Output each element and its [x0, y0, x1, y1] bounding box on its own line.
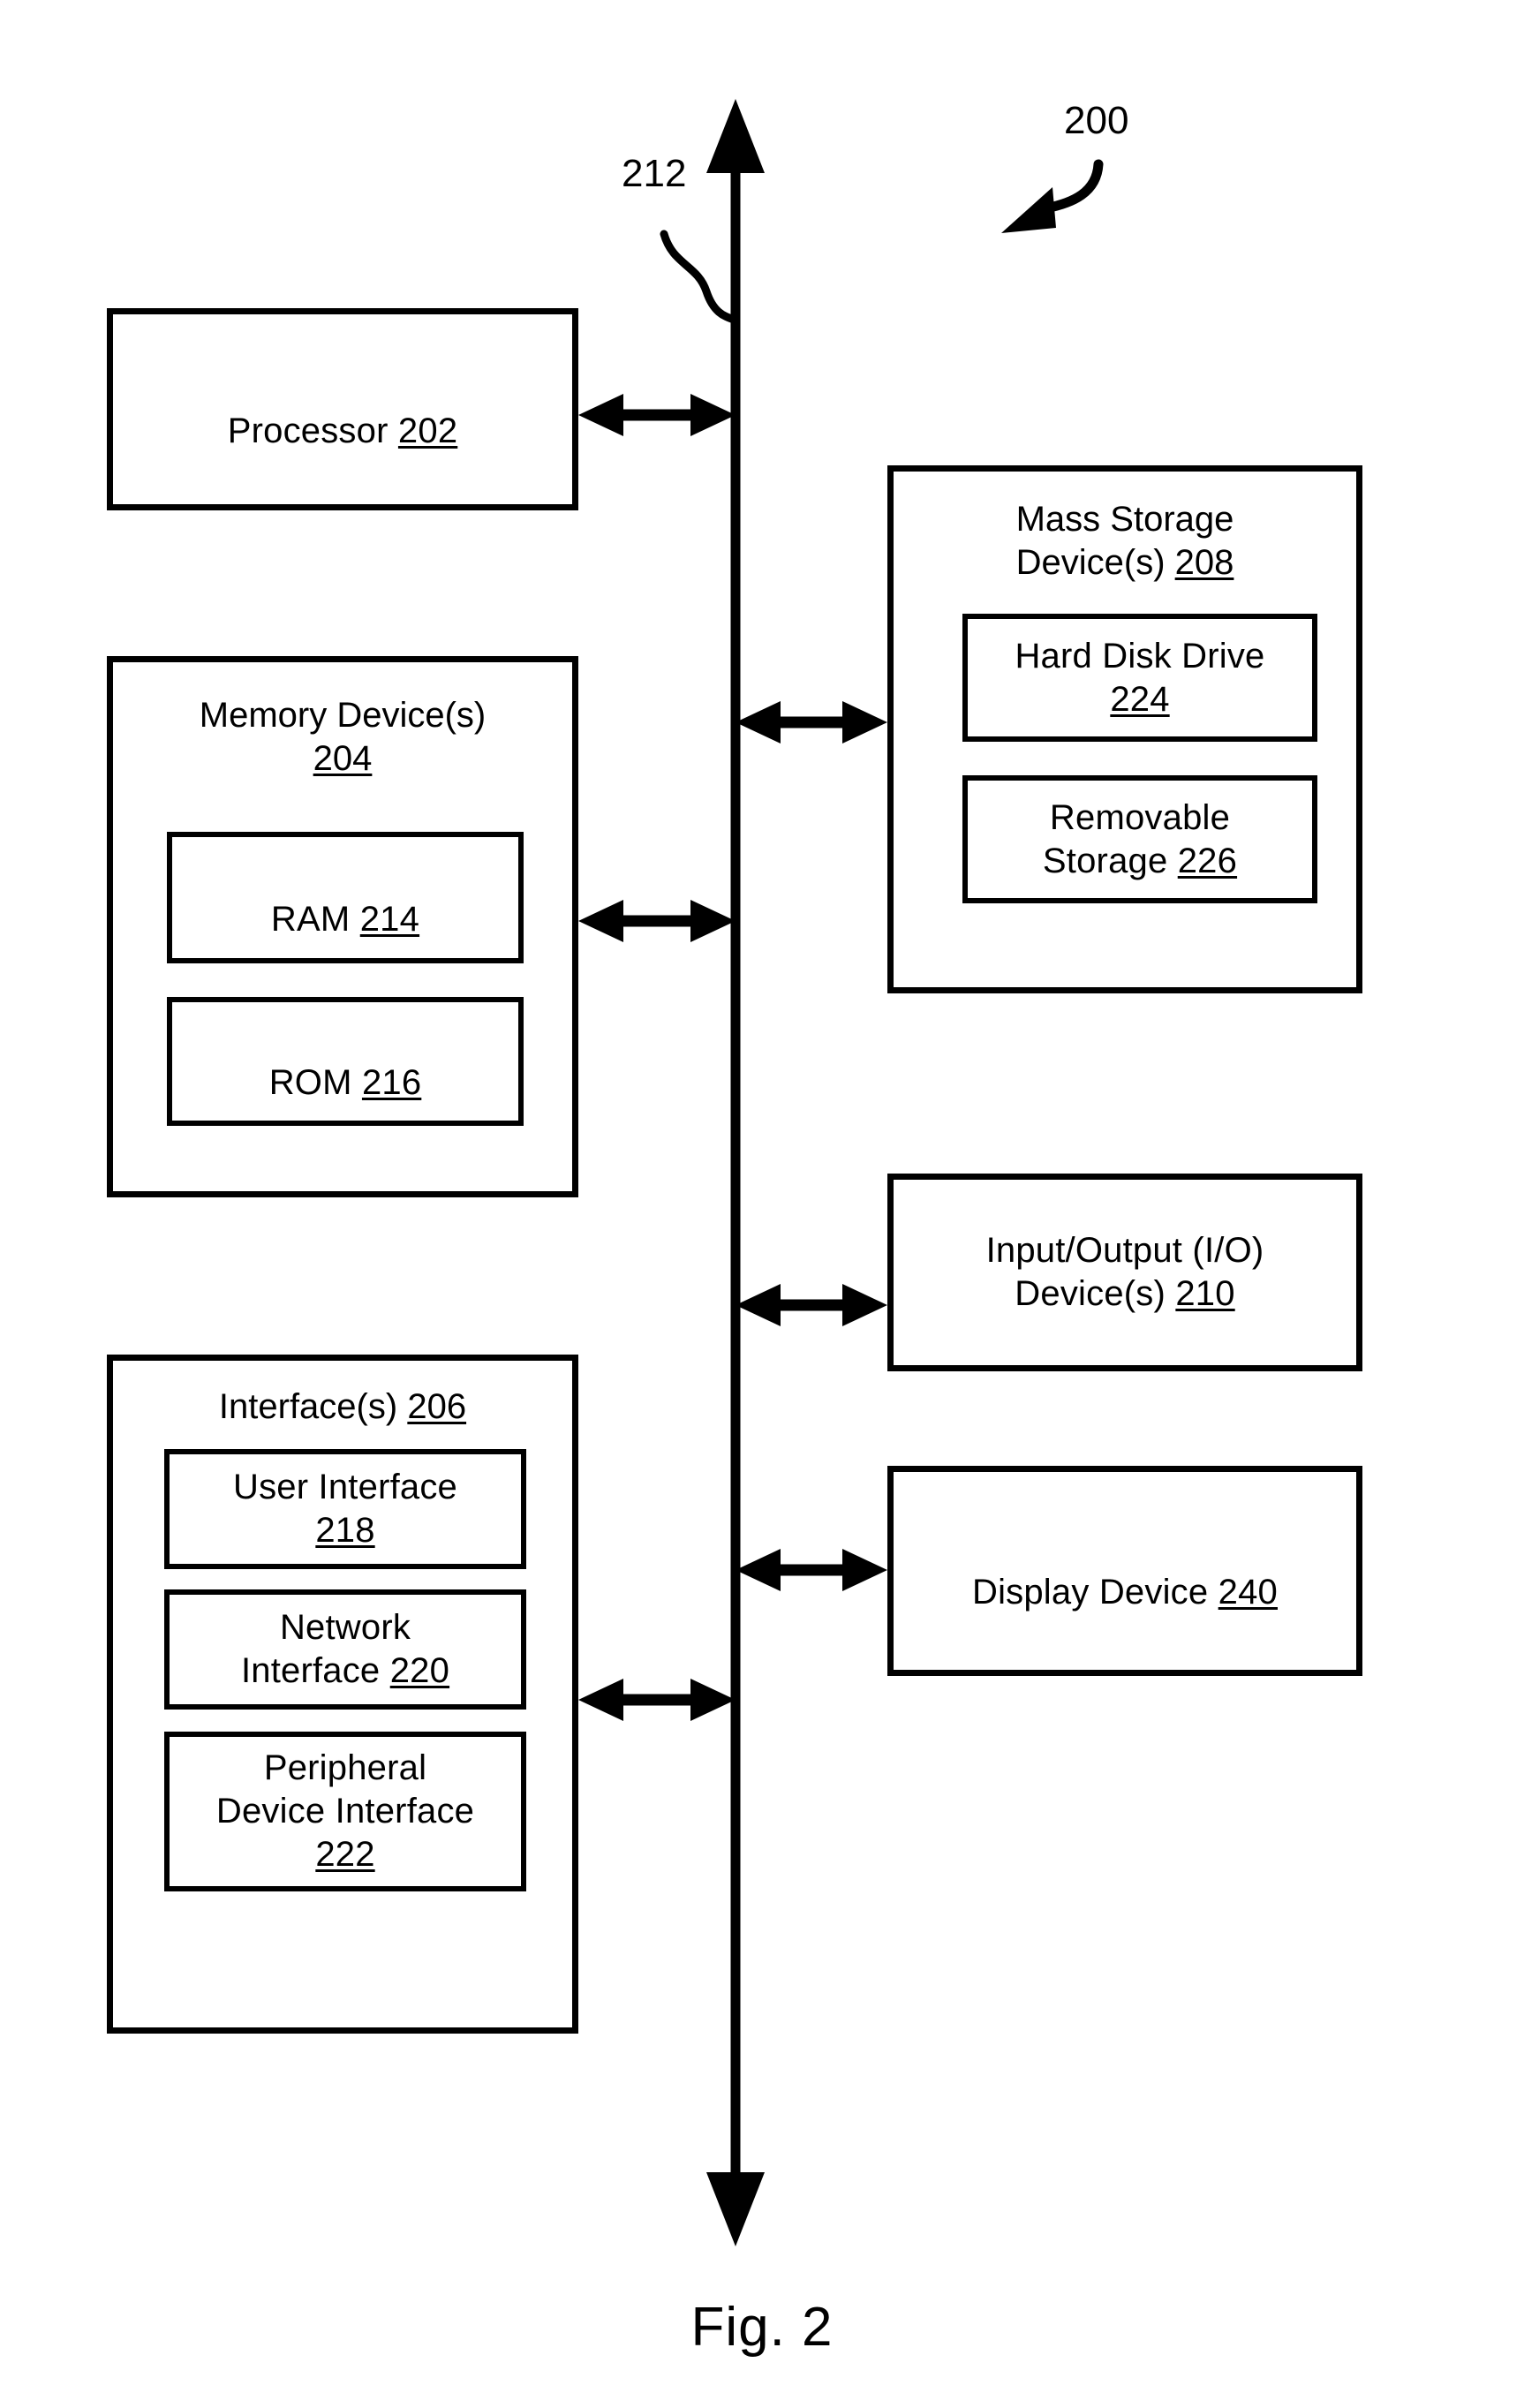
- block-mass-storage-devices-label: Mass Storage Device(s) 208: [1015, 500, 1234, 582]
- block-memory-devices-label: Memory Device(s) 204: [199, 696, 487, 778]
- block-interfaces[interactable]: Interface(s) 206 User Interface 218 Netw…: [107, 1355, 578, 2034]
- block-network-interface-label: Network Interface 220: [240, 1608, 450, 1690]
- block-processor-label: Processor 202: [227, 411, 458, 450]
- block-user-interface[interactable]: User Interface 218: [164, 1449, 526, 1569]
- block-removable-storage-label: Removable Storage 226: [1042, 797, 1238, 880]
- block-hard-disk-drive[interactable]: Hard Disk Drive 224: [962, 614, 1317, 742]
- block-processor[interactable]: Processor 202: [107, 308, 578, 510]
- connector-bus-to-io: [736, 1284, 887, 1326]
- block-memory-devices[interactable]: Memory Device(s) 204 RAM 214 ROM 216: [107, 656, 578, 1197]
- block-network-interface[interactable]: Network Interface 220: [164, 1589, 526, 1710]
- block-ram[interactable]: RAM 214: [167, 832, 524, 963]
- connector-memory-to-bus: [578, 900, 736, 942]
- block-hard-disk-drive-label: Hard Disk Drive 224: [1015, 636, 1265, 719]
- bus-ref-leader: [660, 230, 738, 324]
- block-io-devices[interactable]: Input/Output (I/O) Device(s) 210: [887, 1174, 1362, 1371]
- block-interfaces-label: Interface(s) 206: [218, 1387, 467, 1426]
- connector-interfaces-to-bus: [578, 1679, 736, 1721]
- connector-bus-to-mass-storage: [736, 701, 887, 744]
- block-display-device-label: Display Device 240: [971, 1573, 1278, 1612]
- block-peripheral-device-interface[interactable]: Peripheral Device Interface 222: [164, 1732, 526, 1891]
- figure-caption: Fig. 2: [690, 2297, 834, 2358]
- block-ram-label: RAM 214: [270, 899, 420, 939]
- bus-reference-label: 212: [622, 152, 687, 195]
- block-rom[interactable]: ROM 216: [167, 997, 524, 1126]
- system-ref-leader: [1001, 159, 1104, 233]
- system-bus-212: [706, 99, 765, 2246]
- connector-bus-to-display: [736, 1549, 887, 1591]
- block-mass-storage-devices[interactable]: Mass Storage Device(s) 208 Hard Disk Dri…: [887, 465, 1362, 993]
- patent-figure-2: 212 200 Processor 202 Memory Device(s) 2…: [0, 0, 1524, 2408]
- block-io-devices-label: Input/Output (I/O) Device(s) 210: [985, 1231, 1264, 1313]
- block-user-interface-label: User Interface 218: [232, 1468, 457, 1550]
- block-rom-label: ROM 216: [268, 1063, 422, 1102]
- system-reference-label: 200: [1064, 99, 1129, 142]
- block-removable-storage[interactable]: Removable Storage 226: [962, 775, 1317, 903]
- block-display-device[interactable]: Display Device 240: [887, 1466, 1362, 1676]
- block-peripheral-device-interface-label: Peripheral Device Interface 222: [215, 1748, 475, 1874]
- connector-processor-to-bus: [578, 394, 736, 436]
